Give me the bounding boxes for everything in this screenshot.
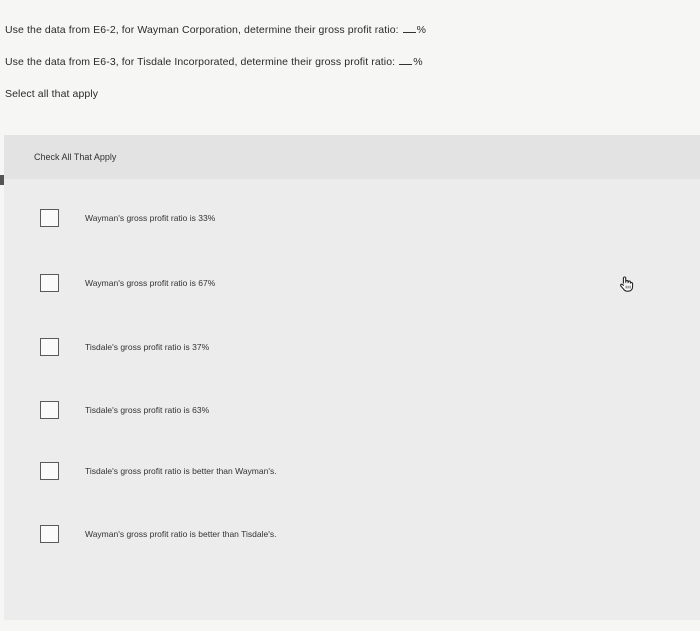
checkbox-3[interactable]	[40, 338, 59, 356]
question-2-text: Use the data from E6-3, for Tisdale Inco…	[5, 56, 396, 68]
option-4[interactable]: Tisdale's gross profit ratio is 63%	[40, 401, 660, 423]
option-6[interactable]: Wayman's gross profit ratio is better th…	[40, 525, 660, 547]
option-4-label[interactable]: Tisdale's gross profit ratio is 63%	[85, 405, 209, 415]
question-2-suffix: %	[413, 56, 423, 68]
option-3[interactable]: Tisdale's gross profit ratio is 37%	[40, 338, 660, 360]
question-1: Use the data from E6-2, for Wayman Corpo…	[5, 23, 426, 36]
checkbox-1[interactable]	[40, 209, 59, 227]
option-5[interactable]: Tisdale's gross profit ratio is better t…	[40, 462, 660, 484]
option-1[interactable]: Wayman's gross profit ratio is 33%	[40, 209, 660, 231]
option-2[interactable]: Wayman's gross profit ratio is 67%	[40, 274, 660, 296]
panel-header: Check All That Apply	[4, 135, 700, 179]
option-2-label[interactable]: Wayman's gross profit ratio is 67%	[85, 278, 215, 288]
checkbox-5[interactable]	[40, 462, 59, 480]
question-2-blank[interactable]	[399, 55, 413, 65]
option-3-label[interactable]: Tisdale's gross profit ratio is 37%	[85, 342, 209, 352]
checkbox-4[interactable]	[40, 401, 59, 419]
panel-title: Check All That Apply	[34, 152, 117, 162]
option-6-label[interactable]: Wayman's gross profit ratio is better th…	[85, 529, 276, 539]
question-1-text: Use the data from E6-2, for Wayman Corpo…	[5, 24, 399, 36]
hand-pointer-icon	[620, 276, 634, 292]
option-1-label[interactable]: Wayman's gross profit ratio is 33%	[85, 213, 215, 223]
question-2: Use the data from E6-3, for Tisdale Inco…	[5, 55, 423, 68]
checkbox-2[interactable]	[40, 274, 59, 292]
question-1-blank[interactable]	[402, 23, 416, 33]
option-5-label[interactable]: Tisdale's gross profit ratio is better t…	[85, 466, 277, 476]
instruction-text: Select all that apply	[5, 88, 99, 100]
check-all-panel: Check All That Apply Wayman's gross prof…	[4, 135, 700, 620]
checkbox-6[interactable]	[40, 525, 59, 543]
question-1-suffix: %	[416, 24, 427, 36]
